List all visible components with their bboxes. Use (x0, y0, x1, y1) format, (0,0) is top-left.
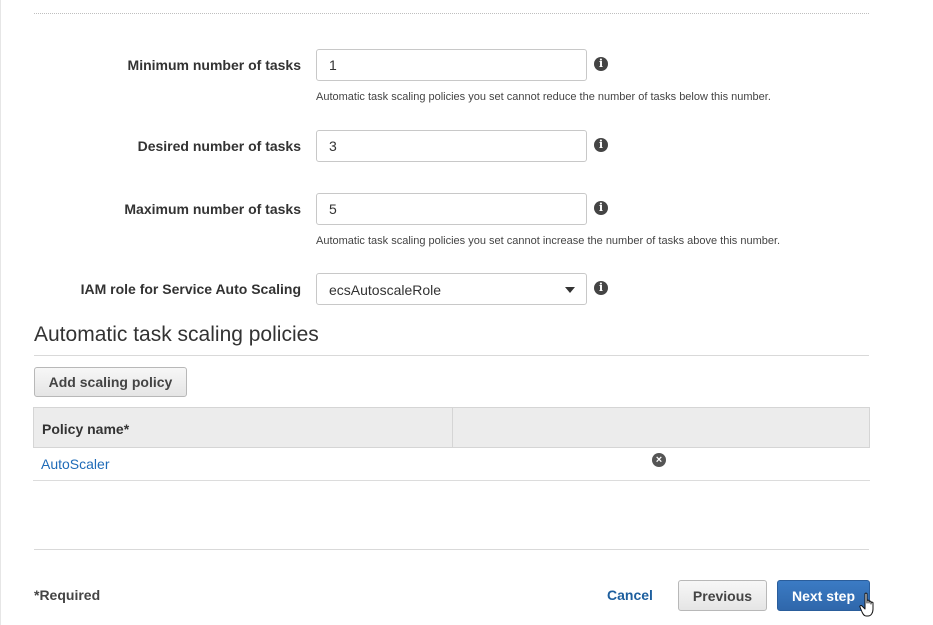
max-tasks-label: Maximum number of tasks (124, 201, 301, 217)
section-title: Automatic task scaling policies (34, 323, 319, 346)
iam-role-selected-value: ecsAutoscaleRole (329, 282, 442, 298)
max-tasks-input[interactable] (316, 193, 587, 225)
max-tasks-help-text: Automatic task scaling policies you set … (316, 235, 781, 247)
remove-circle-icon[interactable]: × (652, 453, 666, 467)
column-separator (452, 408, 453, 447)
scaling-configuration-panel: Minimum number of tasks i Automatic task… (0, 0, 933, 625)
column-header-policy-name: Policy name* (42, 421, 130, 437)
previous-button[interactable]: Previous (678, 580, 767, 611)
desired-tasks-input[interactable] (316, 130, 587, 162)
hand-pointer-icon (859, 592, 874, 617)
info-icon[interactable]: i (594, 138, 608, 152)
section-divider (34, 355, 869, 356)
caret-down-icon (565, 287, 575, 293)
desired-tasks-label: Desired number of tasks (137, 138, 301, 154)
top-divider (34, 13, 869, 14)
min-tasks-input[interactable] (316, 49, 587, 81)
add-scaling-policy-button[interactable]: Add scaling policy (34, 367, 187, 397)
next-step-button[interactable]: Next step (777, 580, 870, 611)
info-icon[interactable]: i (594, 201, 608, 215)
info-icon[interactable]: i (594, 57, 608, 71)
iam-role-label: IAM role for Service Auto Scaling (80, 281, 301, 297)
min-tasks-label: Minimum number of tasks (127, 57, 301, 73)
iam-role-select[interactable]: ecsAutoscaleRole (316, 273, 587, 305)
required-note: *Required (34, 587, 101, 603)
footer-divider (34, 549, 869, 550)
info-icon[interactable]: i (594, 281, 608, 295)
table-header: Policy name* (33, 407, 870, 448)
cancel-button[interactable]: Cancel (607, 587, 653, 603)
policy-name-link[interactable]: AutoScaler (41, 456, 109, 472)
table-row: AutoScaler × (33, 448, 870, 481)
min-tasks-help-text: Automatic task scaling policies you set … (316, 91, 771, 103)
